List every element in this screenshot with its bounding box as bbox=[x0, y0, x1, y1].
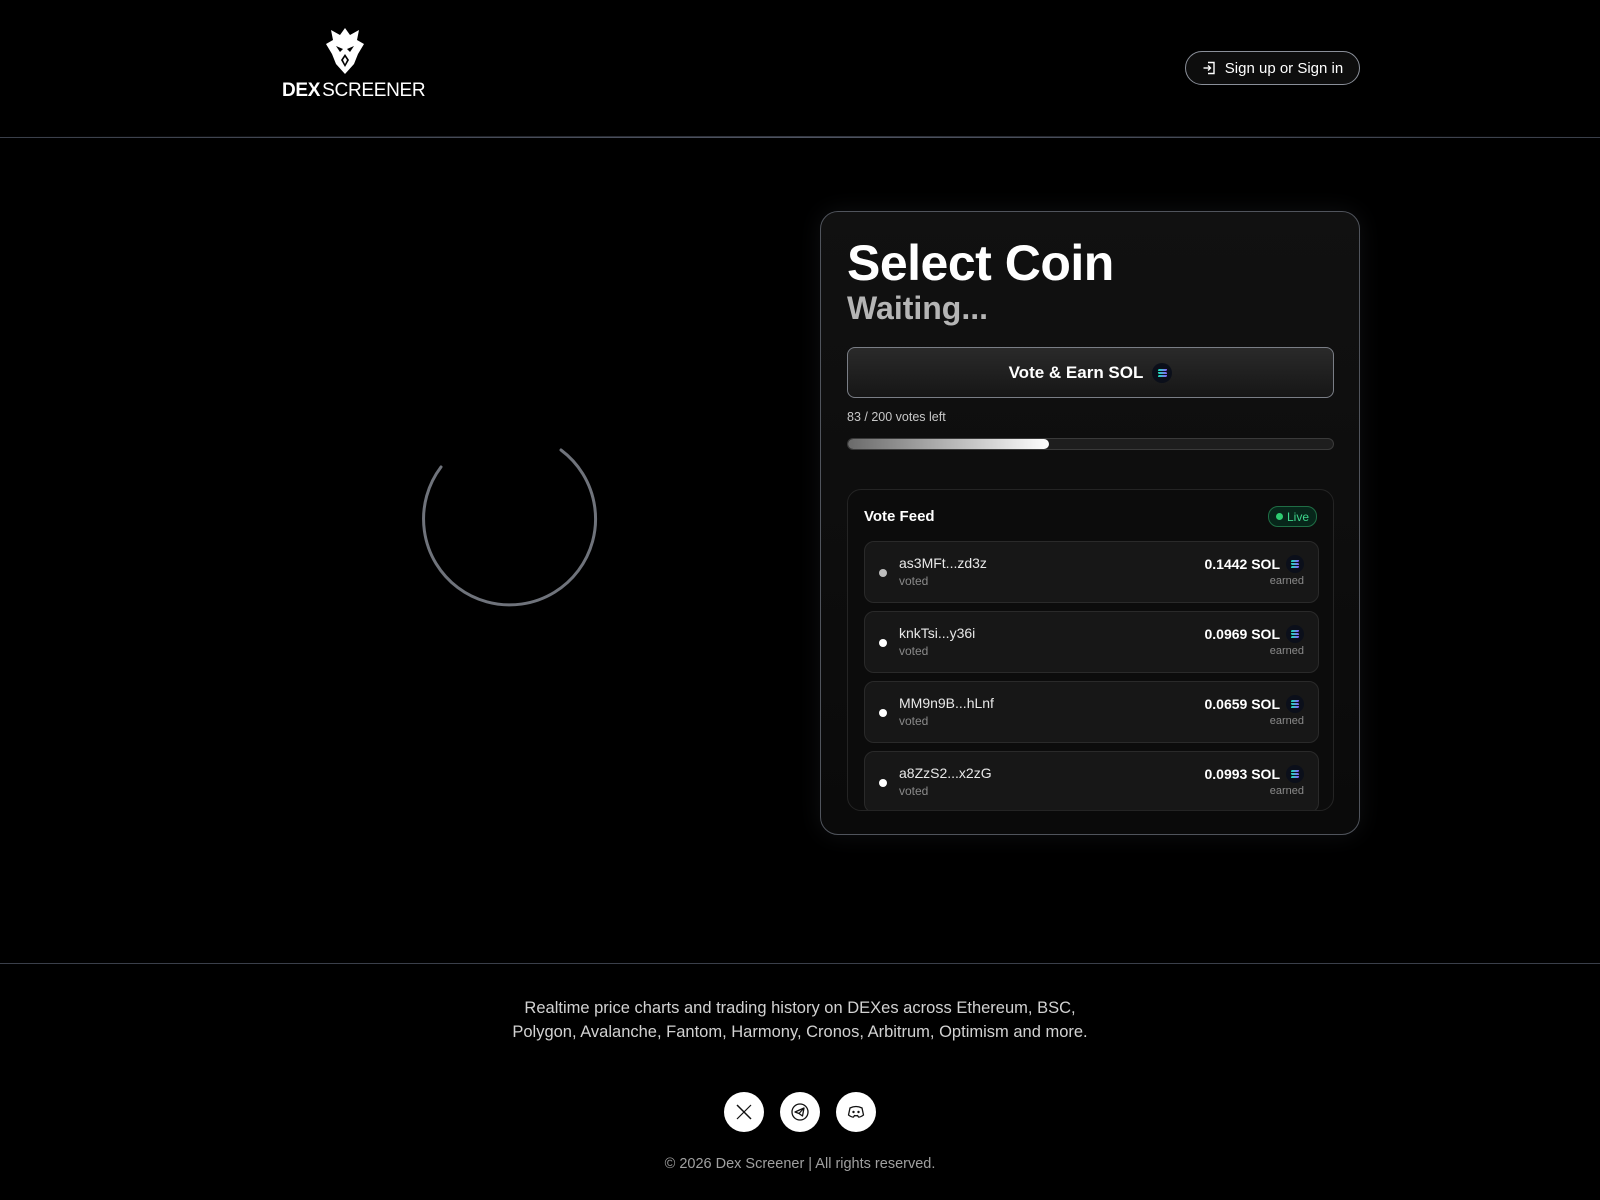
solana-icon bbox=[1286, 625, 1304, 643]
discord-icon bbox=[847, 1105, 865, 1118]
feed-row-action: voted bbox=[899, 784, 929, 798]
feed-row[interactable]: a8ZzS2...x2zG voted 0.0993 SOL earned bbox=[864, 751, 1319, 810]
feed-row-address: MM9n9B...hLnf bbox=[899, 695, 994, 711]
status-dot-icon bbox=[879, 709, 887, 717]
footer-tagline: Realtime price charts and trading histor… bbox=[512, 999, 1088, 1041]
footer-copyright: © 2026 Dex Screener | All rights reserve… bbox=[664, 1156, 936, 1172]
solana-icon bbox=[1286, 555, 1304, 573]
feed-row-action: voted bbox=[899, 644, 929, 658]
card-title: Select Coin bbox=[847, 235, 1114, 291]
feed-row[interactable]: knkTsi...y36i voted 0.0969 SOL earned bbox=[864, 611, 1319, 673]
signin-label: Sign up or Sign in bbox=[1224, 59, 1344, 77]
feed-row-address: knkTsi...y36i bbox=[899, 625, 976, 641]
feed-row-amount: 0.0659 SOL bbox=[1204, 695, 1304, 713]
select-coin-card: Select Coin Waiting... Vote & Earn SOL 8… bbox=[820, 211, 1360, 835]
live-label: Live bbox=[1286, 509, 1309, 524]
feed-row[interactable]: as3MFt...zd3z voted 0.1442 SOL earned bbox=[864, 541, 1319, 603]
site-header: DEX SCREENER Sign up or Sign in bbox=[0, 0, 1600, 138]
logo-wordmark-light: SCREENER bbox=[322, 80, 426, 101]
votes-left-text: 83 / 200 votes left bbox=[847, 410, 946, 424]
eagle-logo-icon bbox=[326, 28, 364, 74]
feed-row-action: voted bbox=[899, 714, 929, 728]
live-badge: Live bbox=[1267, 506, 1317, 527]
feed-row-earned: earned bbox=[1269, 645, 1304, 657]
discord-social-button[interactable] bbox=[836, 1092, 876, 1132]
votes-progress-bar bbox=[847, 438, 1334, 450]
loading-spinner-icon bbox=[422, 448, 597, 607]
status-dot-icon bbox=[879, 639, 887, 647]
feed-row-amount: 0.1442 SOL bbox=[1204, 555, 1304, 573]
vote-feed-title: Vote Feed bbox=[864, 508, 935, 525]
dexscreener-logo[interactable]: DEX SCREENER bbox=[282, 26, 426, 102]
feed-row-amount: 0.0969 SOL bbox=[1204, 625, 1304, 643]
feed-row-amount-value: 0.1442 SOL bbox=[1204, 556, 1281, 572]
feed-row[interactable]: MM9n9B...hLnf voted 0.0659 SOL earned bbox=[864, 681, 1319, 743]
vote-earn-button[interactable]: Vote & Earn SOL bbox=[847, 347, 1334, 398]
feed-row-amount-value: 0.0969 SOL bbox=[1204, 626, 1281, 642]
feed-row-earned: earned bbox=[1269, 575, 1304, 587]
feed-row-amount-value: 0.0659 SOL bbox=[1204, 696, 1281, 712]
status-dot-icon bbox=[879, 569, 887, 577]
solana-icon bbox=[1152, 362, 1173, 383]
feed-row-earned: earned bbox=[1269, 785, 1304, 797]
feed-row-amount-value: 0.0993 SOL bbox=[1204, 766, 1281, 782]
logo-wordmark: DEX SCREENER bbox=[282, 80, 426, 102]
feed-row-address: a8ZzS2...x2zG bbox=[899, 765, 992, 781]
header-divider bbox=[0, 136, 1600, 138]
telegram-icon bbox=[791, 1103, 809, 1121]
x-icon bbox=[736, 1104, 752, 1120]
login-icon bbox=[1203, 61, 1215, 75]
status-dot-icon bbox=[879, 779, 887, 787]
feed-row-amount: 0.0993 SOL bbox=[1204, 765, 1304, 783]
x-social-button[interactable] bbox=[724, 1092, 764, 1132]
feed-row-earned: earned bbox=[1269, 715, 1304, 727]
card-status: Waiting... bbox=[847, 290, 989, 326]
solana-icon bbox=[1286, 695, 1304, 713]
footer-divider bbox=[0, 963, 1600, 964]
social-links bbox=[724, 1092, 876, 1132]
telegram-social-button[interactable] bbox=[780, 1092, 820, 1132]
logo-wordmark-bold: DEX bbox=[282, 80, 321, 101]
solana-icon bbox=[1286, 765, 1304, 783]
vote-feed: Vote Feed Live as3MFt...zd3z voted 0.144… bbox=[847, 489, 1334, 811]
feed-row-action: voted bbox=[899, 574, 929, 588]
feed-row-address: as3MFt...zd3z bbox=[899, 555, 987, 571]
votes-progress-fill bbox=[848, 439, 1050, 449]
live-dot-icon bbox=[1275, 513, 1283, 520]
vote-earn-label: Vote & Earn SOL bbox=[1008, 362, 1144, 382]
signin-button[interactable]: Sign up or Sign in bbox=[1185, 51, 1360, 85]
